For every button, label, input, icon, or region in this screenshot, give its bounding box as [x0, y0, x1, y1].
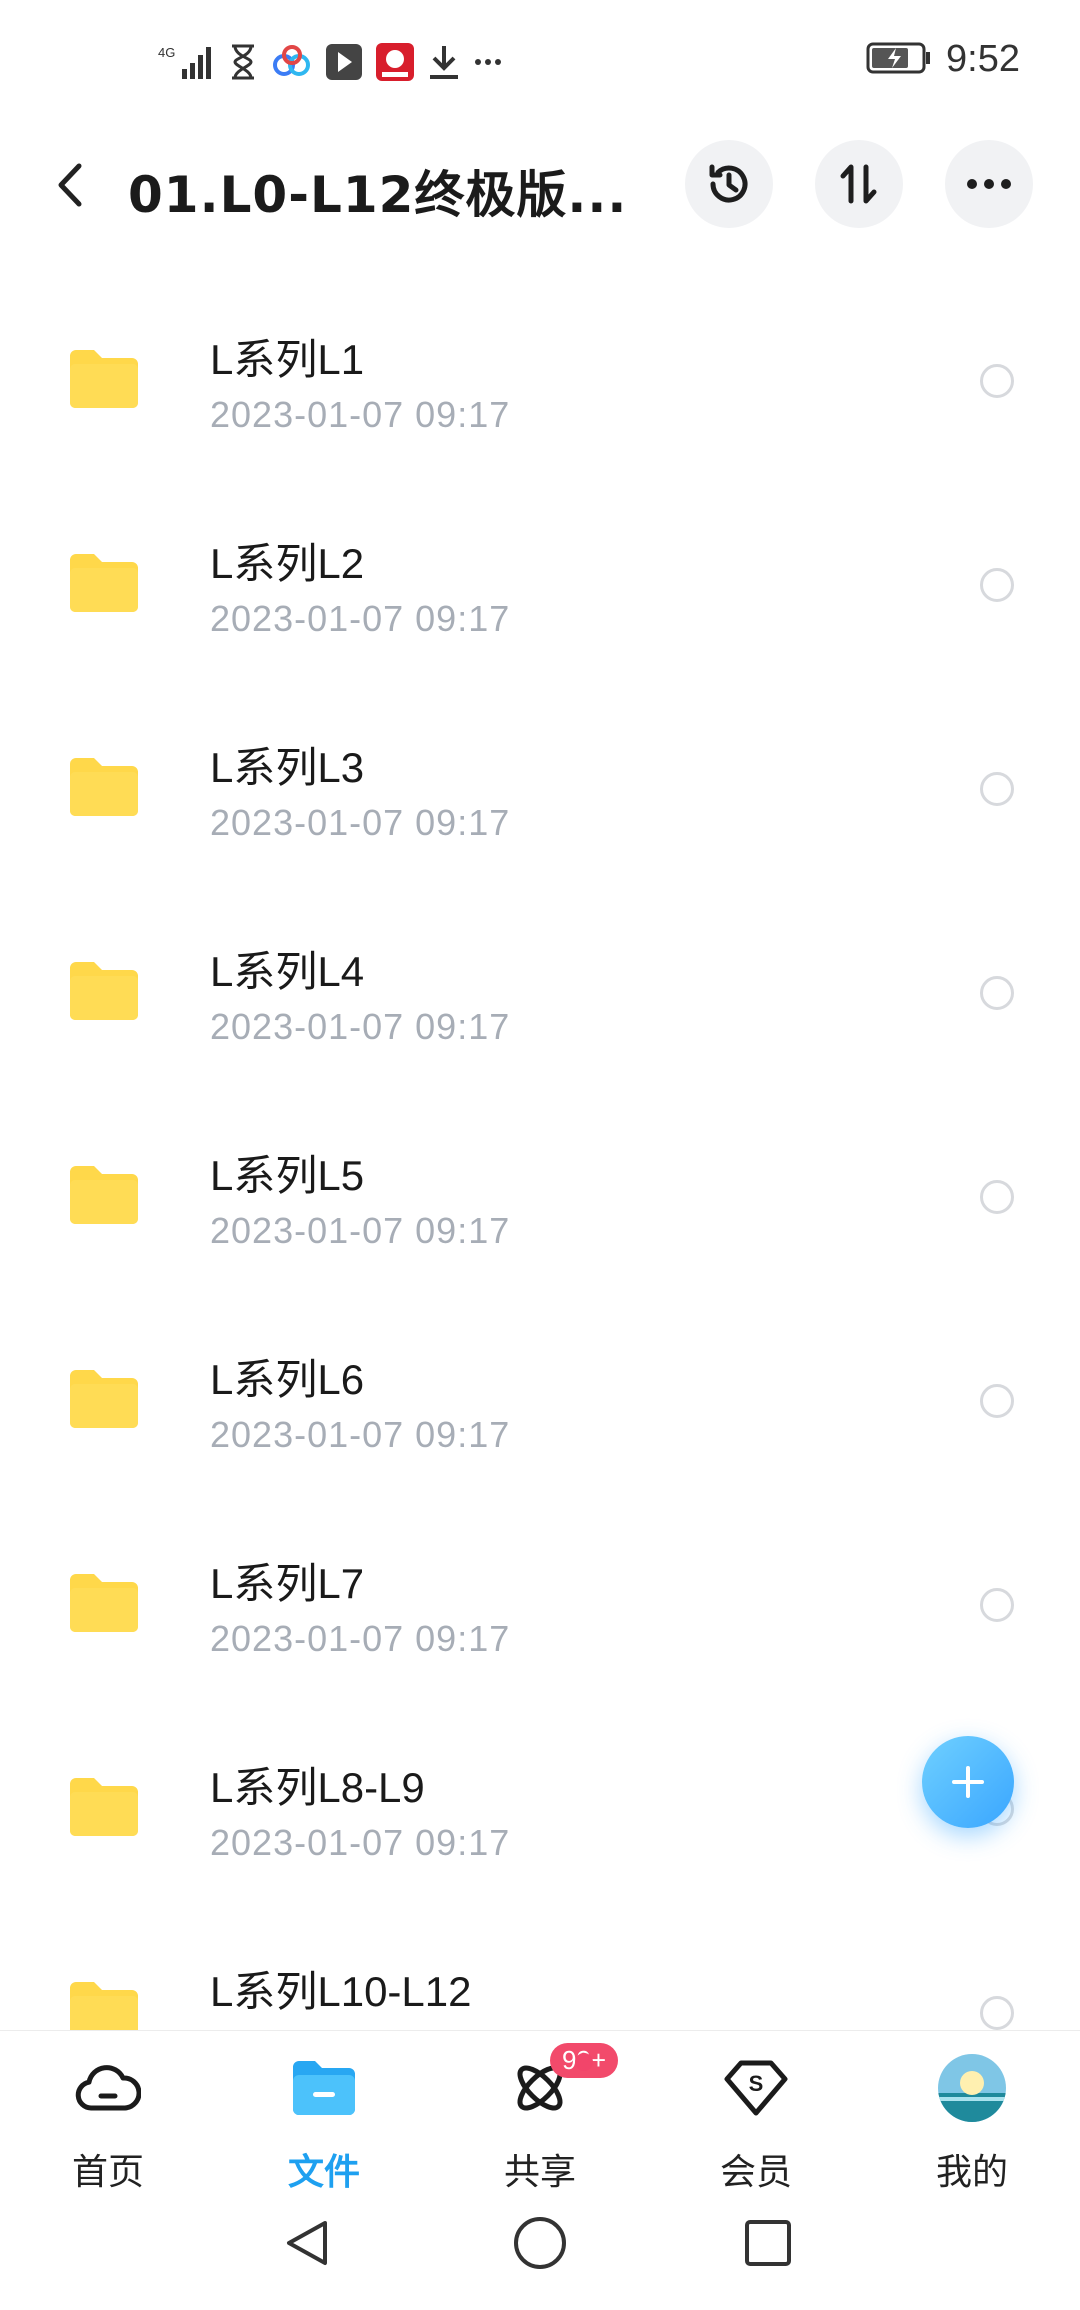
add-button[interactable]: [922, 1736, 1014, 1828]
nav-recents-button[interactable]: [733, 2208, 803, 2278]
tab-share[interactable]: 99+ 共享: [432, 2031, 648, 2193]
select-checkbox[interactable]: [980, 772, 1014, 806]
news-app-icon: [376, 42, 414, 82]
file-date: 2023-01-07 09:17: [210, 1822, 511, 1863]
file-name: L系列L4: [210, 948, 365, 995]
square-recents-icon: [745, 2220, 791, 2266]
select-checkbox[interactable]: [980, 364, 1014, 398]
clock: 9:52: [946, 38, 1020, 80]
tab-files[interactable]: 文件: [216, 2031, 432, 2193]
file-row[interactable]: L系列L10-L12: [0, 1922, 1080, 2030]
status-bar: 4G 9:52: [0, 0, 1080, 125]
file-date: 2023-01-07 09:17: [210, 802, 511, 843]
select-checkbox[interactable]: [980, 1384, 1014, 1418]
more-button[interactable]: [945, 140, 1033, 228]
file-row[interactable]: L系列L2 2023-01-07 09:17: [0, 494, 1080, 698]
select-checkbox[interactable]: [980, 568, 1014, 602]
chevron-left-icon: [58, 163, 82, 207]
file-name: L系列L3: [210, 744, 365, 791]
tab-vip[interactable]: S 会员: [648, 2031, 864, 2193]
file-row[interactable]: L系列L8-L9 2023-01-07 09:17: [0, 1718, 1080, 1922]
folder-icon: [70, 1574, 138, 1632]
history-button[interactable]: [685, 140, 773, 228]
avatar-icon: [937, 2053, 1007, 2123]
select-checkbox[interactable]: [980, 1588, 1014, 1622]
svg-text:S: S: [749, 2071, 764, 2096]
select-checkbox[interactable]: [980, 1996, 1014, 2030]
download-icon: [428, 42, 460, 82]
svg-text:4G: 4G: [158, 45, 175, 60]
file-name: L系列L7: [210, 1560, 365, 1607]
bottom-tab-bar: 首页 文件 99+ 共享 S 会员 我的: [0, 2030, 1080, 2193]
sort-button[interactable]: [815, 140, 903, 228]
file-name: L系列L8-L9: [210, 1764, 425, 1811]
select-checkbox[interactable]: [980, 976, 1014, 1010]
battery-icon: [866, 40, 932, 80]
file-row[interactable]: L系列L5 2023-01-07 09:17: [0, 1106, 1080, 1310]
nav-home-button[interactable]: [505, 2208, 575, 2278]
file-row[interactable]: L系列L3 2023-01-07 09:17: [0, 698, 1080, 902]
file-name: L系列L2: [210, 540, 365, 587]
file-date: 2023-01-07 09:17: [210, 1210, 511, 1251]
folder-icon: [70, 554, 138, 612]
file-row[interactable]: L系列L1 2023-01-07 09:17: [0, 290, 1080, 494]
file-date: 2023-01-07 09:17: [210, 598, 511, 639]
notification-dot: [575, 2053, 593, 2071]
back-button[interactable]: [40, 155, 100, 215]
file-name: L系列L5: [210, 1152, 365, 1199]
circle-home-icon: [514, 2217, 566, 2269]
system-nav-bar: [0, 2180, 1080, 2310]
folder-icon: [70, 962, 138, 1020]
folder-icon: [70, 1982, 138, 2030]
cloud-home-icon: [73, 2053, 143, 2123]
folder-icon: [70, 1778, 138, 1836]
status-right: 9:52: [866, 38, 1020, 81]
file-list: L系列L1 2023-01-07 09:17 L系列L2 2023-01-07 …: [0, 290, 1080, 2030]
folder-icon: [70, 350, 138, 408]
file-name: L系列L1: [210, 336, 365, 383]
tab-home[interactable]: 首页: [0, 2031, 216, 2193]
select-checkbox[interactable]: [980, 1180, 1014, 1214]
folder-icon: [289, 2053, 359, 2123]
file-date: 2023-01-07 09:17: [210, 1618, 511, 1659]
hourglass-icon: [228, 42, 258, 82]
status-icons: 4G: [158, 40, 502, 84]
more-dots-icon: [474, 42, 502, 82]
file-name: L系列L6: [210, 1356, 365, 1403]
file-name: L系列L10-L12: [210, 1968, 472, 2015]
app-icon: [326, 42, 362, 82]
page-title: 01.L0-L12终极版...: [128, 166, 628, 224]
cloud-app-icon: [272, 42, 312, 82]
signal-icon: 4G: [158, 42, 214, 82]
history-icon: [709, 164, 748, 203]
folder-icon: [70, 1370, 138, 1428]
nav-back-button[interactable]: [272, 2208, 342, 2278]
tab-profile[interactable]: 我的: [864, 2031, 1080, 2193]
more-icon: [967, 179, 1011, 189]
triangle-back-icon: [287, 2221, 327, 2265]
vip-diamond-icon: S: [721, 2053, 791, 2123]
file-date: 2023-01-07 09:17: [210, 1414, 511, 1455]
plus-icon: [952, 1766, 984, 1798]
file-row[interactable]: L系列L6 2023-01-07 09:17: [0, 1310, 1080, 1514]
sort-icon: [840, 164, 877, 204]
file-date: 2023-01-07 09:17: [210, 1006, 511, 1047]
file-date: 2023-01-07 09:17: [210, 394, 511, 435]
folder-icon: [70, 758, 138, 816]
file-row[interactable]: L系列L4 2023-01-07 09:17: [0, 902, 1080, 1106]
header: 01.L0-L12终极版...: [0, 125, 1080, 245]
folder-icon: [70, 1166, 138, 1224]
file-row[interactable]: L系列L7 2023-01-07 09:17: [0, 1514, 1080, 1718]
